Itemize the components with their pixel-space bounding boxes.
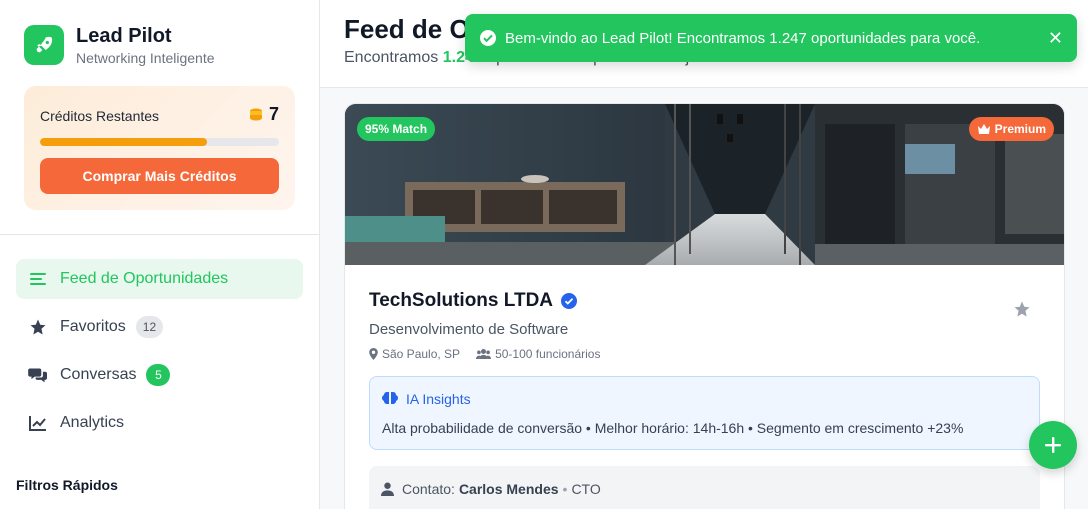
list-icon	[28, 269, 48, 289]
crown-icon	[977, 124, 990, 134]
plus-icon	[1045, 437, 1061, 453]
contact-box: Contato: Carlos Mendes • CTO	[369, 466, 1040, 509]
buy-credits-button[interactable]: Comprar Mais Créditos	[40, 158, 279, 194]
company-name[interactable]: TechSolutions LTDA	[369, 290, 578, 312]
subtitle-prefix: Encontramos	[344, 49, 443, 66]
company-location: São Paulo, SP	[382, 347, 461, 361]
contact-separator: •	[562, 481, 568, 497]
company-sector: Desenvolvimento de Software	[369, 321, 569, 338]
sidebar-item-label: Conversas	[60, 366, 137, 383]
match-badge: 95% Match	[357, 117, 436, 141]
ai-insights-title: IA Insights	[406, 391, 471, 407]
ai-insights-header: IA Insights	[382, 391, 471, 407]
sidebar-item-conversas[interactable]: Conversas 5	[16, 355, 303, 395]
credits-progress-fill	[40, 138, 208, 146]
sidebar-item-label: Feed de Oportunidades	[60, 270, 229, 287]
credits-card: Créditos Restantes 7 Comprar Mais Crédit…	[24, 86, 295, 210]
contact-label: Contato:	[402, 481, 455, 497]
sidebar-item-label: Analytics	[60, 414, 125, 431]
quick-filters-title: Filtros Rápidos	[16, 477, 118, 493]
rocket-icon	[24, 25, 64, 65]
chart-line-icon	[28, 413, 48, 433]
toast-message: Bem-vindo ao Lead Pilot! Encontramos 1.2…	[505, 29, 981, 47]
contact-name: Carlos Mendes	[458, 481, 559, 497]
sidebar-item-feed[interactable]: Feed de Oportunidades	[16, 259, 303, 299]
credits-label: Créditos Restantes	[40, 108, 160, 124]
premium-badge: Premium	[968, 117, 1054, 141]
credits-count: 7	[247, 104, 279, 125]
brand-title: Lead Pilot	[76, 25, 172, 47]
company-name-text: TechSolutions LTDA	[369, 290, 554, 311]
chat-icon	[28, 365, 48, 385]
brand-subtitle: Networking Inteligente	[76, 50, 215, 66]
ai-insights-text: Alta probabilidade de conversão • Melhor…	[382, 420, 964, 436]
company-office-image: 95% Match Premium	[345, 104, 1064, 265]
toast-close-icon[interactable]: ✕	[1048, 28, 1063, 49]
users-icon	[476, 349, 492, 359]
sidebar: Lead Pilot Networking Inteligente Crédit…	[0, 0, 320, 509]
credits-value: 7	[268, 104, 279, 124]
person-icon	[381, 482, 394, 496]
contact-role: CTO	[571, 481, 601, 497]
credits-progress-bar	[40, 138, 279, 146]
ai-insights-box: IA Insights Alta probabilidade de conver…	[369, 376, 1040, 450]
sidebar-divider	[0, 234, 319, 235]
favorite-star-icon[interactable]	[1011, 298, 1033, 320]
check-circle-icon	[479, 29, 497, 47]
sidebar-item-favoritos[interactable]: Favoritos 12	[16, 307, 303, 347]
premium-label: Premium	[994, 122, 1046, 136]
company-employees: 50-100 funcionários	[495, 347, 601, 361]
sidebar-item-label: Favoritos	[60, 318, 126, 335]
brand[interactable]: Lead Pilot Networking Inteligente	[24, 24, 215, 66]
sidebar-item-analytics[interactable]: Analytics	[16, 403, 303, 443]
verified-icon	[561, 293, 578, 309]
location-pin-icon	[369, 348, 378, 360]
add-fab-button[interactable]	[1029, 421, 1077, 469]
coins-icon	[249, 108, 262, 120]
contact-line: Contato: Carlos Mendes • CTO	[381, 481, 601, 497]
welcome-toast: Bem-vindo ao Lead Pilot! Encontramos 1.2…	[465, 14, 1077, 62]
company-meta: São Paulo, SP 50-100 funcionários	[369, 347, 616, 361]
brain-icon	[382, 392, 398, 404]
star-icon	[28, 317, 48, 337]
conversas-count-badge: 5	[146, 364, 171, 386]
favoritos-count-badge: 12	[135, 316, 164, 338]
